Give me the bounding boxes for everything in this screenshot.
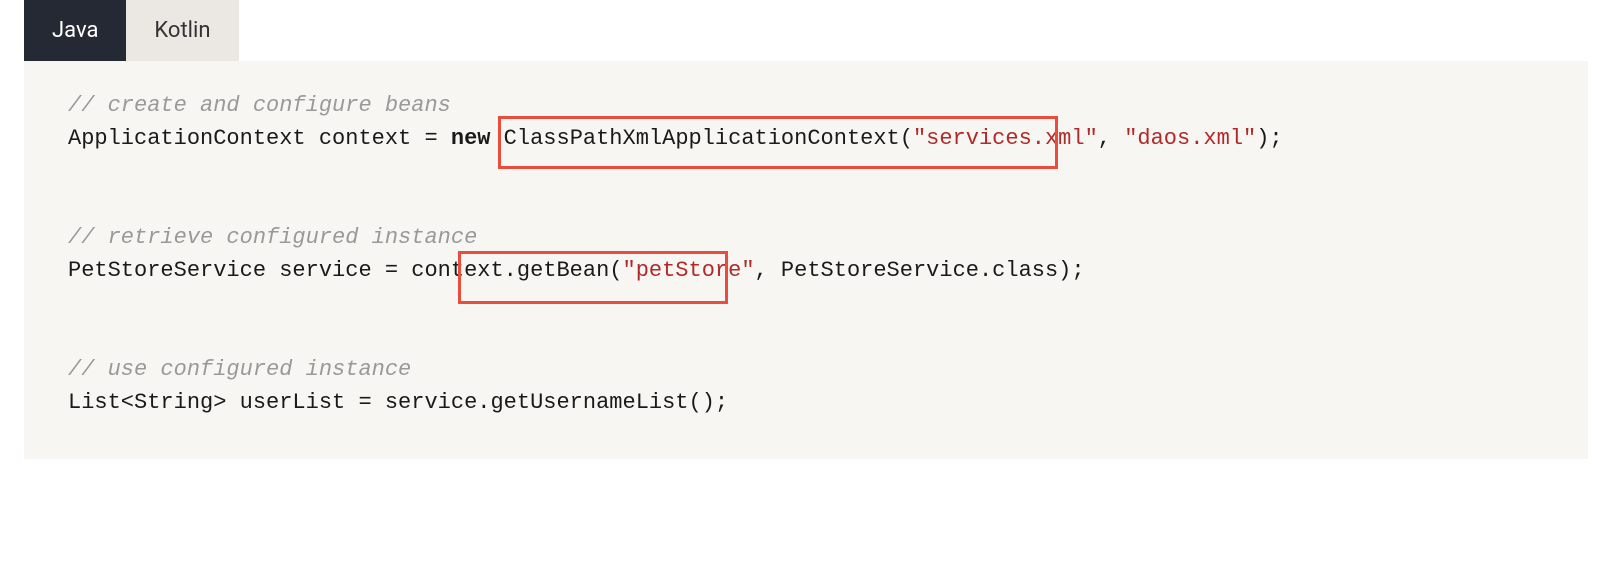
code-line: List<String> userList = service.getUsern…: [68, 386, 1544, 419]
code-comment: // use configured instance: [68, 357, 411, 382]
code-comment: // create and configure beans: [68, 93, 451, 118]
code-text: );: [1256, 126, 1282, 151]
tab-kotlin[interactable]: Kotlin: [126, 0, 238, 61]
code-text: ,: [1098, 126, 1124, 151]
code-blank-line: [68, 188, 1544, 221]
code-line: // retrieve configured instance: [68, 221, 1544, 254]
code-text: ClassPathXmlApplicationContext(: [490, 126, 912, 151]
code-string: "petStore": [623, 258, 755, 283]
code-text: , PetStoreService.class);: [755, 258, 1085, 283]
code-string: "daos.xml": [1124, 126, 1256, 151]
code-text: PetStoreService service = context.getBea…: [68, 258, 623, 283]
code-line: // use configured instance: [68, 353, 1544, 386]
code-line: PetStoreService service = context.getBea…: [68, 254, 1544, 287]
code-keyword: new: [451, 126, 491, 151]
code-block: // create and configure beans Applicatio…: [24, 61, 1588, 459]
code-line: ApplicationContext context = new ClassPa…: [68, 122, 1544, 155]
code-comment: // retrieve configured instance: [68, 225, 477, 250]
code-line: // create and configure beans: [68, 89, 1544, 122]
tab-java[interactable]: Java: [24, 0, 126, 61]
language-tabs: Java Kotlin: [24, 0, 1612, 61]
code-snippet-container: Java Kotlin // create and configure bean…: [0, 0, 1612, 459]
code-text: List<String> userList = service.getUsern…: [68, 390, 728, 415]
code-text: ApplicationContext context =: [68, 126, 451, 151]
code-blank-line: [68, 320, 1544, 353]
code-blank-line: [68, 155, 1544, 188]
code-string: "services.xml": [913, 126, 1098, 151]
code-blank-line: [68, 287, 1544, 320]
